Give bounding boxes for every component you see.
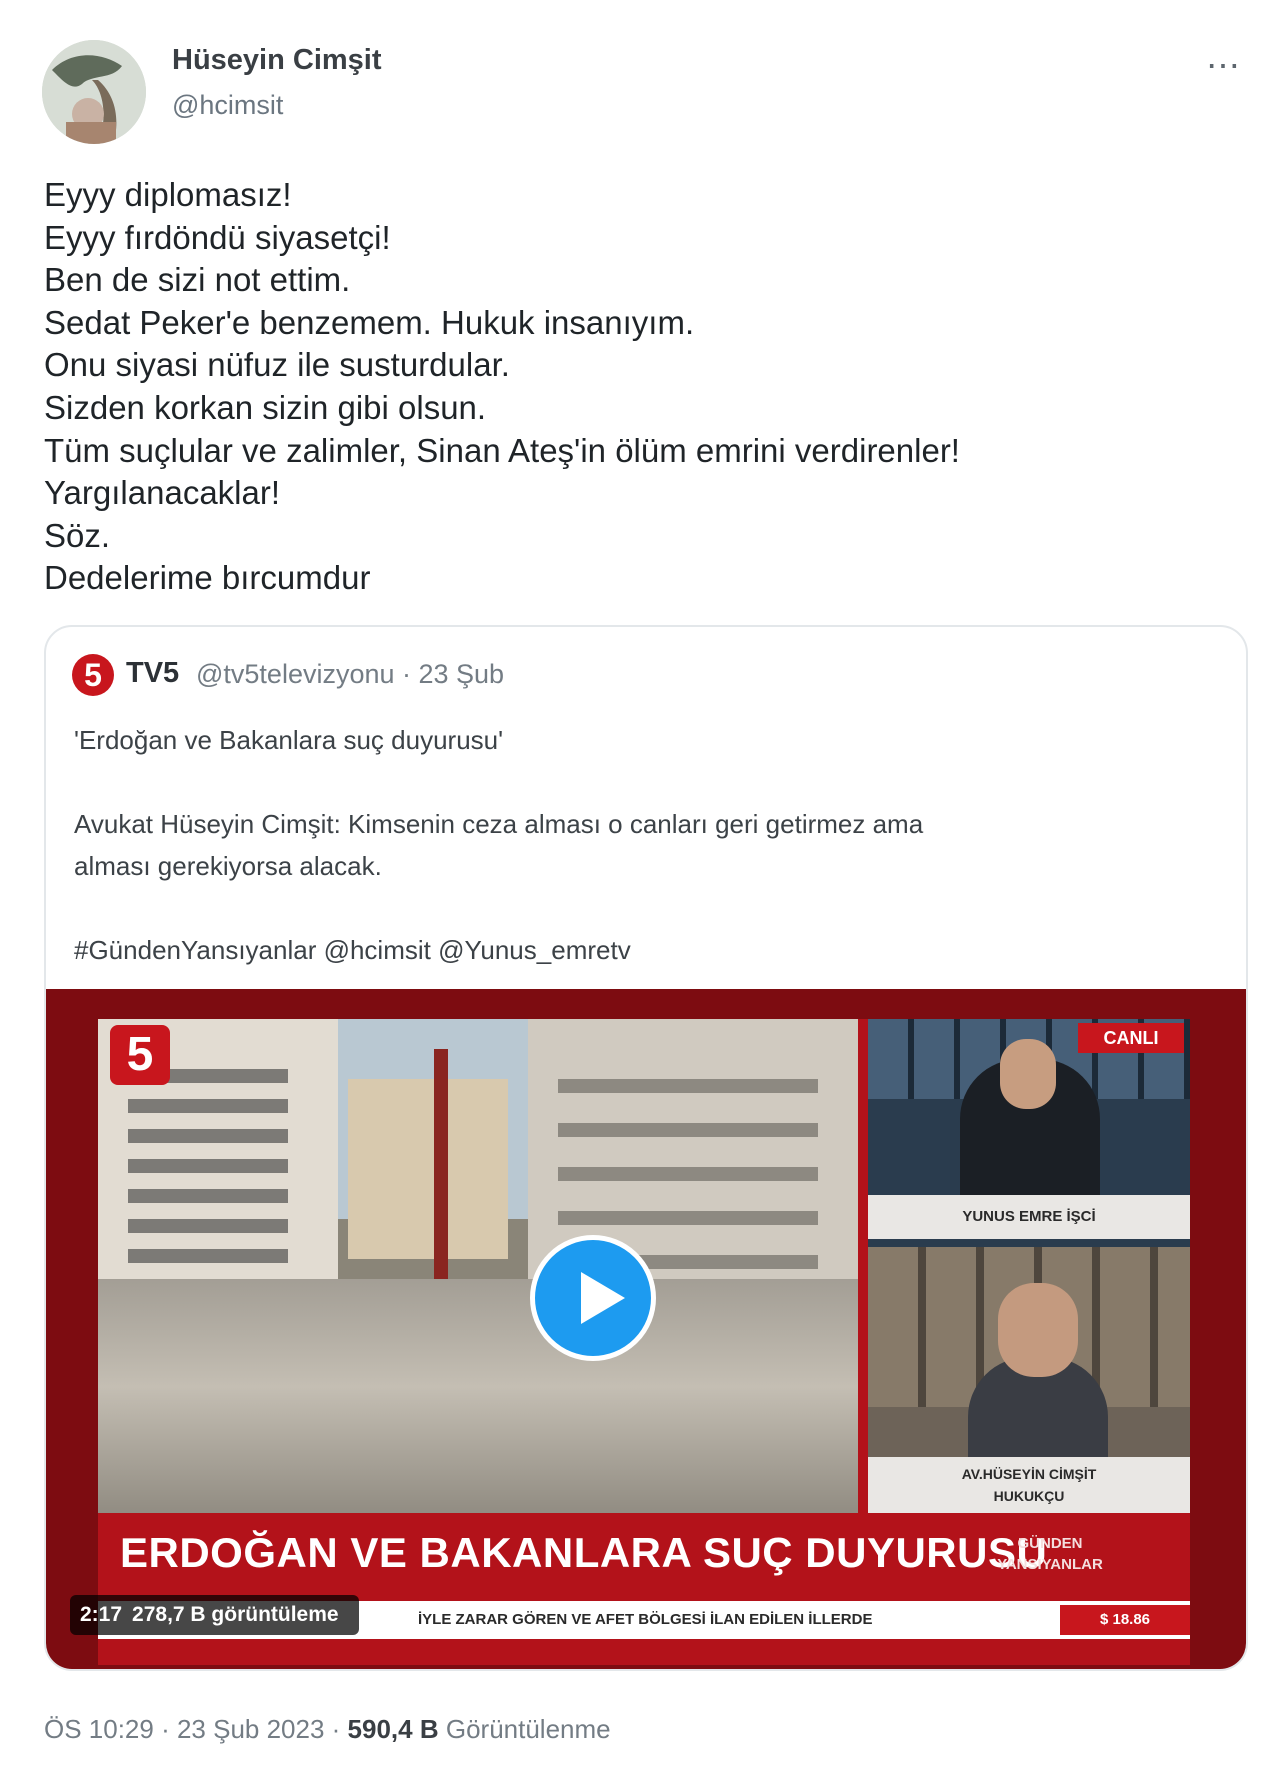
guest-panel: AV.HÜSEYİN CİMŞİT HUKUKÇU bbox=[868, 1247, 1190, 1513]
video-player[interactable]: 5 CANLI YUNUS EMRE İŞCİ AV.HÜSEYİN CİMŞİ… bbox=[46, 989, 1246, 1669]
program-name-line: YANSIYANLAR bbox=[997, 1556, 1103, 1573]
guest-caption-title: HUKUKÇU bbox=[993, 1488, 1065, 1504]
tweet-views-label: Görüntülenme bbox=[445, 1714, 611, 1744]
tweet-line: Söz. bbox=[44, 516, 111, 554]
video-stats: 2:17 278,7 B görüntüleme bbox=[70, 1595, 359, 1635]
more-options-icon[interactable]: ⋯ bbox=[1206, 46, 1241, 86]
avatar[interactable] bbox=[42, 40, 146, 144]
tweet-timestamp[interactable]: ÖS 10:29 · 23 Şub 2023 · bbox=[44, 1714, 340, 1744]
live-badge: CANLI bbox=[1078, 1023, 1184, 1053]
quoted-line: Avukat Hüseyin Cimşit: Kimsenin ceza alm… bbox=[74, 809, 924, 839]
quoted-tweet-text: 'Erdoğan ve Bakanlara suç duyurusu' Avuk… bbox=[74, 719, 1214, 971]
video-frame: 5 CANLI YUNUS EMRE İŞCİ AV.HÜSEYİN CİMŞİ… bbox=[98, 1019, 1190, 1665]
ticker-text: İYLE ZARAR GÖREN VE AFET BÖLGESİ İLAN ED… bbox=[418, 1611, 873, 1628]
rubble-scene-image: 5 bbox=[98, 1019, 858, 1513]
tweet-line: Sizden korkan sizin gibi olsun. bbox=[44, 388, 487, 426]
video-views: 278,7 B görüntüleme bbox=[132, 1603, 339, 1626]
tweet-line: Yargılanacaklar! bbox=[44, 474, 281, 512]
program-name-line: GÜNDEN bbox=[1017, 1535, 1083, 1552]
quoted-line[interactable]: #GündenYansıyanlar @hcimsit @Yunus_emret… bbox=[74, 929, 1214, 971]
tweet-line: Dedelerime bırcumdur bbox=[44, 559, 371, 597]
tweet-line: Eyyy diplomasız! bbox=[44, 176, 292, 213]
tweet-line: Tüm suçlular ve zalimler, Sinan Ateş'in … bbox=[44, 431, 960, 469]
program-name: GÜNDEN YANSIYANLAR bbox=[990, 1533, 1110, 1575]
video-headline: ERDOĞAN VE BAKANLARA SUÇ DUYURUSU bbox=[120, 1529, 1048, 1576]
anchor-caption: YUNUS EMRE İŞCİ bbox=[868, 1195, 1190, 1239]
guest-caption-name: AV.HÜSEYİN CİMŞİT bbox=[961, 1466, 1097, 1482]
avatar-photo bbox=[42, 40, 146, 144]
tv5-logo-icon: 5 bbox=[72, 654, 114, 696]
tweet-footer: ÖS 10:29 · 23 Şub 2023 · 590,4 B Görüntü… bbox=[44, 1714, 611, 1745]
quoted-author-name[interactable]: TV5 bbox=[126, 657, 179, 690]
tweet-line: Ben de sizi not ettim. bbox=[44, 261, 351, 299]
quoted-author-meta[interactable]: @tv5televizyonu · 23 Şub bbox=[196, 659, 504, 690]
anchor-panel: CANLI YUNUS EMRE İŞCİ bbox=[868, 1019, 1190, 1247]
author-handle[interactable]: @hcimsit bbox=[172, 90, 283, 121]
play-icon[interactable] bbox=[530, 1235, 656, 1361]
tweet-line: Onu siyasi nüfuz ile susturdular. bbox=[44, 346, 510, 384]
headline-bar: ERDOĞAN VE BAKANLARA SUÇ DUYURUSU GÜNDEN… bbox=[98, 1513, 1190, 1601]
tweet-line: Sedat Peker'e benzemem. Hukuk insanıyım. bbox=[44, 303, 695, 341]
quoted-line: 'Erdoğan ve Bakanlara suç duyurusu' bbox=[74, 725, 504, 755]
guest-caption: AV.HÜSEYİN CİMŞİT HUKUKÇU bbox=[868, 1457, 1190, 1513]
tweet-line: Eyyy fırdöndü siyasetçi! bbox=[44, 218, 391, 256]
tweet-text: Eyyy diplomasız! Eyyy fırdöndü siyasetçi… bbox=[44, 174, 960, 600]
author-name[interactable]: Hüseyin Cimşit bbox=[172, 44, 382, 77]
channel-logo-icon: 5 bbox=[110, 1025, 170, 1085]
exchange-rate: $ 18.86 bbox=[1060, 1605, 1190, 1635]
video-duration: 2:17 bbox=[80, 1603, 123, 1626]
quoted-line bbox=[74, 887, 1214, 929]
quoted-tweet-card[interactable]: 5 TV5 @tv5televizyonu · 23 Şub 'Erdoğan … bbox=[44, 625, 1248, 1671]
tweet-views-count: 590,4 B bbox=[347, 1714, 439, 1744]
quoted-line: alması gerekiyorsa alacak. bbox=[74, 851, 382, 881]
quoted-line bbox=[74, 761, 1214, 803]
